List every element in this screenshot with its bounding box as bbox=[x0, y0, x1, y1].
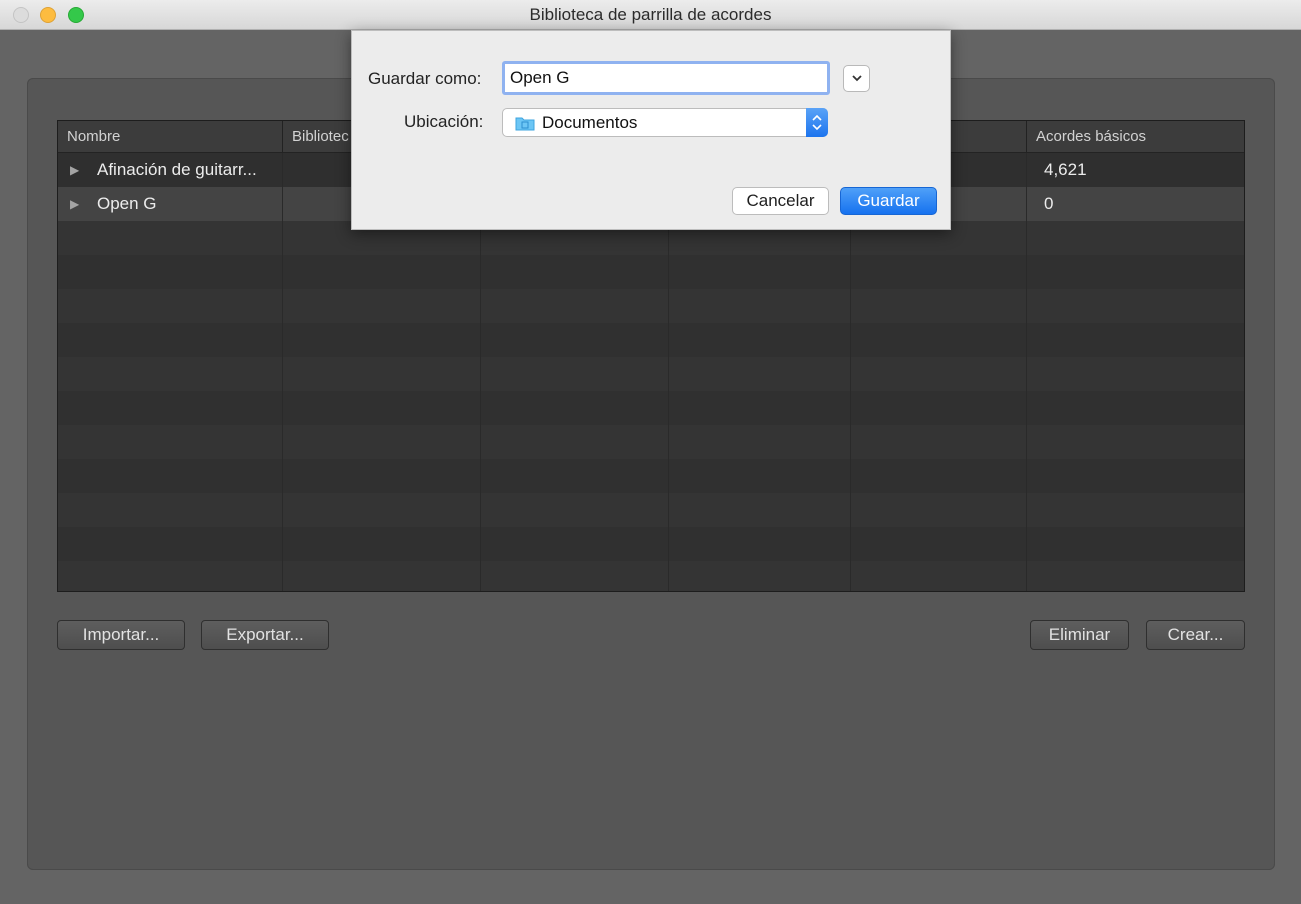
empty-row bbox=[58, 289, 1244, 323]
empty-row bbox=[58, 255, 1244, 289]
disclosure-triangle-icon[interactable]: ▶ bbox=[70, 187, 79, 221]
empty-row bbox=[58, 459, 1244, 493]
column-divider bbox=[282, 153, 283, 591]
empty-row bbox=[58, 323, 1244, 357]
export-button[interactable]: Exportar... bbox=[201, 620, 329, 650]
empty-row bbox=[58, 391, 1244, 425]
expand-dialog-button[interactable] bbox=[843, 65, 870, 92]
stepper-arrows-icon bbox=[806, 108, 828, 137]
empty-row bbox=[58, 561, 1244, 591]
column-header-name[interactable]: Nombre bbox=[58, 121, 283, 152]
save-dialog: Guardar como: Open G Ubicación: Document… bbox=[351, 30, 951, 230]
import-button[interactable]: Importar... bbox=[57, 620, 185, 650]
location-label: Ubicación: bbox=[404, 112, 484, 131]
row-basic-chords: 0 bbox=[1044, 194, 1054, 213]
save-button[interactable]: Guardar bbox=[840, 187, 937, 215]
folder-icon bbox=[515, 117, 535, 131]
window-title: Biblioteca de parrilla de acordes bbox=[529, 5, 772, 24]
empty-row bbox=[58, 357, 1244, 391]
row-basic-chords: 4,621 bbox=[1044, 160, 1087, 179]
empty-row bbox=[58, 493, 1244, 527]
cancel-button[interactable]: Cancelar bbox=[732, 187, 829, 215]
location-value: Documentos bbox=[542, 113, 638, 132]
row-name: Afinación de guitarr... bbox=[97, 160, 257, 179]
row-name: Open G bbox=[97, 194, 157, 213]
chord-grid-library-window: Biblioteca de parrilla de acordes Nombre… bbox=[0, 0, 1301, 904]
location-popup[interactable]: Documentos bbox=[502, 108, 828, 137]
title-bar[interactable]: Biblioteca de parrilla de acordes bbox=[0, 0, 1301, 30]
empty-row bbox=[58, 425, 1244, 459]
empty-row bbox=[58, 527, 1244, 561]
chevron-down-icon bbox=[851, 75, 862, 82]
column-header-basic-chords[interactable]: Acordes básicos bbox=[1027, 121, 1244, 152]
save-as-label: Guardar como: bbox=[368, 69, 482, 88]
disclosure-triangle-icon[interactable]: ▶ bbox=[70, 153, 79, 187]
save-as-input[interactable]: Open G bbox=[502, 61, 830, 95]
create-button[interactable]: Crear... bbox=[1146, 620, 1245, 650]
column-divider bbox=[1026, 153, 1027, 591]
delete-button[interactable]: Eliminar bbox=[1030, 620, 1129, 650]
